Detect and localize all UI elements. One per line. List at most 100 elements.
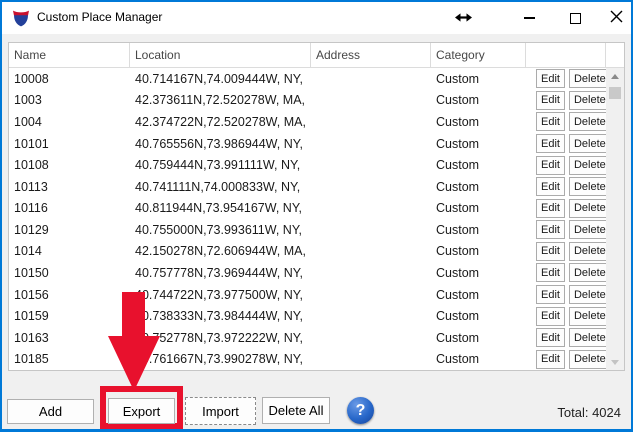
cell-category: Custom <box>431 158 526 172</box>
custom-place-manager-window: Custom Place Manager <box>0 0 633 432</box>
edit-button[interactable]: Edit <box>536 328 565 347</box>
column-header-category[interactable]: Category <box>431 43 526 67</box>
column-header-location[interactable]: Location <box>130 43 311 67</box>
edit-button[interactable]: Edit <box>536 285 565 304</box>
table-row[interactable]: 1016340.752778N,73.972222W, NY,CustomEdi… <box>9 327 606 349</box>
edit-button[interactable]: Edit <box>536 156 565 175</box>
column-header-actions <box>526 43 606 67</box>
edit-button[interactable]: Edit <box>536 263 565 282</box>
edit-button[interactable]: Edit <box>536 220 565 239</box>
delete-button[interactable]: Delete <box>569 156 611 175</box>
cell-name: 10156 <box>9 288 130 302</box>
scrollbar-thumb[interactable] <box>609 87 621 99</box>
table-row[interactable]: 101442.150278N,72.606944W, MA, Custom Edit… <box>9 241 606 263</box>
cell-category: Custom <box>431 201 526 215</box>
delete-button[interactable]: Delete <box>569 91 611 110</box>
cell-location: 40.759444N,73.991111W, NY, <box>130 158 311 172</box>
table-row[interactable]: 1012940.755000N,73.993611W, NY,CustomEdi… <box>9 219 606 241</box>
table-row[interactable]: 1018540.761667N,73.990278W, NY,CustomEdi… <box>9 349 606 371</box>
cell-category: Custom <box>431 223 526 237</box>
delete-button[interactable]: Delete <box>569 112 611 131</box>
delete-button[interactable]: Delete <box>569 242 611 261</box>
cell-name: 10185 <box>9 352 130 366</box>
scrollbar-up-button[interactable] <box>606 68 624 84</box>
help-button[interactable]: ? <box>347 397 374 424</box>
window-title: Custom Place Manager <box>37 2 162 33</box>
cell-actions: EditDelete <box>526 285 611 304</box>
maximize-button[interactable] <box>554 2 596 34</box>
edit-button[interactable]: Edit <box>536 91 565 110</box>
cell-actions: EditDelete <box>526 199 611 218</box>
edit-button[interactable]: Edit <box>536 69 565 88</box>
table-row[interactable]: 1015040.757778N,73.969444W, NY,CustomEdi… <box>9 262 606 284</box>
delete-button[interactable]: Delete <box>569 134 611 153</box>
table-row[interactable]: 100442.374722N,72.520278W, MA, Custom Edit… <box>9 111 606 133</box>
cell-name: 10163 <box>9 331 130 345</box>
cell-category: Custom <box>431 352 526 366</box>
cell-location: 42.373611N,72.520278W, MA, <box>130 93 311 107</box>
cell-actions: EditDelete <box>526 156 611 175</box>
cell-category: Custom <box>431 137 526 151</box>
edit-button[interactable]: Edit <box>536 134 565 153</box>
table-row[interactable]: 100342.373611N,72.520278W, MA,CustomEdit… <box>9 90 606 112</box>
cell-actions: EditDelete <box>526 263 611 282</box>
cell-name: 1014 <box>9 244 130 258</box>
total-count-label: Total: 4024 <box>557 405 621 420</box>
cell-name: 1004 <box>9 115 130 129</box>
table-row[interactable]: 1010140.765556N,73.986944W, NY, Custom Edi… <box>9 133 606 155</box>
add-button[interactable]: Add <box>7 399 94 424</box>
cell-location: 40.765556N,73.986944W, NY, <box>130 137 311 151</box>
table-row[interactable]: 1015640.744722N,73.977500W, NY,CustomEdi… <box>9 284 606 306</box>
column-header-address[interactable]: Address <box>311 43 431 67</box>
delete-button[interactable]: Delete <box>569 220 611 239</box>
maximize-icon <box>570 13 581 24</box>
edit-button[interactable]: Edit <box>536 177 565 196</box>
cell-name: 10150 <box>9 266 130 280</box>
delete-button[interactable]: Delete <box>569 350 611 369</box>
cell-actions: EditDelete <box>526 350 611 369</box>
delete-all-button[interactable]: Delete All <box>262 397 330 424</box>
scrollbar-down-button[interactable] <box>606 354 624 370</box>
cell-name: 10113 <box>9 180 130 194</box>
delete-button[interactable]: Delete <box>569 328 611 347</box>
delete-button[interactable]: Delete <box>569 307 611 326</box>
titlebar: Custom Place Manager <box>2 2 631 34</box>
edit-button[interactable]: Edit <box>536 112 565 131</box>
delete-button[interactable]: Delete <box>569 69 611 88</box>
cell-category: Custom <box>431 72 526 86</box>
cell-name: 10101 <box>9 137 130 151</box>
close-button[interactable] <box>598 2 633 34</box>
column-header-name[interactable]: Name <box>9 43 130 67</box>
minimize-button[interactable] <box>508 2 550 34</box>
delete-button[interactable]: Delete <box>569 199 611 218</box>
import-button[interactable]: Import <box>185 397 256 425</box>
cell-category: Custom <box>431 115 526 129</box>
table-body: 1000840.714167N,74.009444W, NY,CustomEdi… <box>9 68 606 370</box>
vertical-scrollbar[interactable] <box>606 68 624 370</box>
cell-category: Custom <box>431 244 526 258</box>
cell-location: 42.150278N,72.606944W, MA, <box>130 244 311 258</box>
cell-name: 10116 <box>9 201 130 215</box>
edit-button[interactable]: Edit <box>536 199 565 218</box>
cell-location: 42.374722N,72.520278W, MA, <box>130 115 311 129</box>
delete-button[interactable]: Delete <box>569 263 611 282</box>
cell-name: 10129 <box>9 223 130 237</box>
cell-category: Custom <box>431 331 526 345</box>
resize-button[interactable] <box>442 2 484 34</box>
export-button[interactable]: Export <box>108 398 175 424</box>
table-row[interactable]: 1011340.741111N,74.000833W, NY,CustomEdi… <box>9 176 606 198</box>
cell-actions: EditDelete <box>526 242 611 261</box>
table-row[interactable]: 1010840.759444N,73.991111W, NY,CustomEdi… <box>9 154 606 176</box>
table-row[interactable]: 1000840.714167N,74.009444W, NY,CustomEdi… <box>9 68 606 90</box>
cell-location: 40.738333N,73.984444W, NY, <box>130 309 311 323</box>
table-row[interactable]: 1011640.811944N,73.954167W, NY,CustomEdi… <box>9 197 606 219</box>
edit-button[interactable]: Edit <box>536 350 565 369</box>
cell-location: 40.714167N,74.009444W, NY, <box>130 72 311 86</box>
delete-button[interactable]: Delete <box>569 177 611 196</box>
edit-button[interactable]: Edit <box>536 242 565 261</box>
scroll-down-arrow-icon <box>611 360 619 365</box>
edit-button[interactable]: Edit <box>536 307 565 326</box>
table-row[interactable]: 1015940.738333N,73.984444W, NY,CustomEdi… <box>9 305 606 327</box>
places-table: Name Location Address Category 1000840.7… <box>8 42 625 371</box>
delete-button[interactable]: Delete <box>569 285 611 304</box>
